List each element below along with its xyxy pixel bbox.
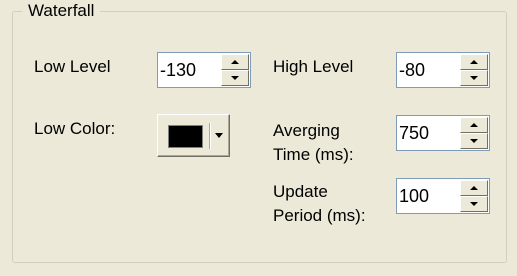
update-period-value[interactable]: 100 [399,179,429,213]
low-level-spinbox[interactable]: -130 [157,52,251,88]
down-arrow-icon [470,139,478,143]
low-level-up-button[interactable] [221,54,249,70]
low-level-label: Low Level [34,57,111,76]
averaging-time-spinbox[interactable]: 750 [396,115,490,151]
button-separator [209,123,210,149]
averaging-time-up-button[interactable] [460,117,488,133]
down-arrow-icon [231,76,239,80]
update-period-up-button[interactable] [460,180,488,196]
averaging-time-label-line2: Time (ms): [273,145,354,164]
low-color-label: Low Color: [34,119,116,138]
low-color-picker-button[interactable] [157,114,230,157]
update-period-down-button[interactable] [460,196,488,212]
high-level-spinbox[interactable]: -80 [396,52,490,88]
high-level-value[interactable]: -80 [399,53,425,87]
high-level-up-button[interactable] [460,54,488,70]
low-level-down-button[interactable] [221,70,249,86]
down-arrow-icon [470,202,478,206]
waterfall-group-title: Waterfall [22,1,101,21]
update-period-label-line1: Update [273,182,328,201]
up-arrow-icon [470,123,478,127]
high-level-label: High Level [273,57,354,76]
dropdown-arrow-icon [215,133,223,138]
up-arrow-icon [470,186,478,190]
update-period-label-line2: Period (ms): [273,206,366,225]
up-arrow-icon [231,60,239,64]
averaging-time-value[interactable]: 750 [399,116,429,150]
averaging-time-down-button[interactable] [460,133,488,149]
update-period-spinbox[interactable]: 100 [396,178,490,214]
color-swatch [168,125,203,148]
up-arrow-icon [470,60,478,64]
high-level-down-button[interactable] [460,70,488,86]
averaging-time-label-line1: Averging [273,121,340,140]
down-arrow-icon [470,76,478,80]
low-level-value[interactable]: -130 [160,53,196,87]
